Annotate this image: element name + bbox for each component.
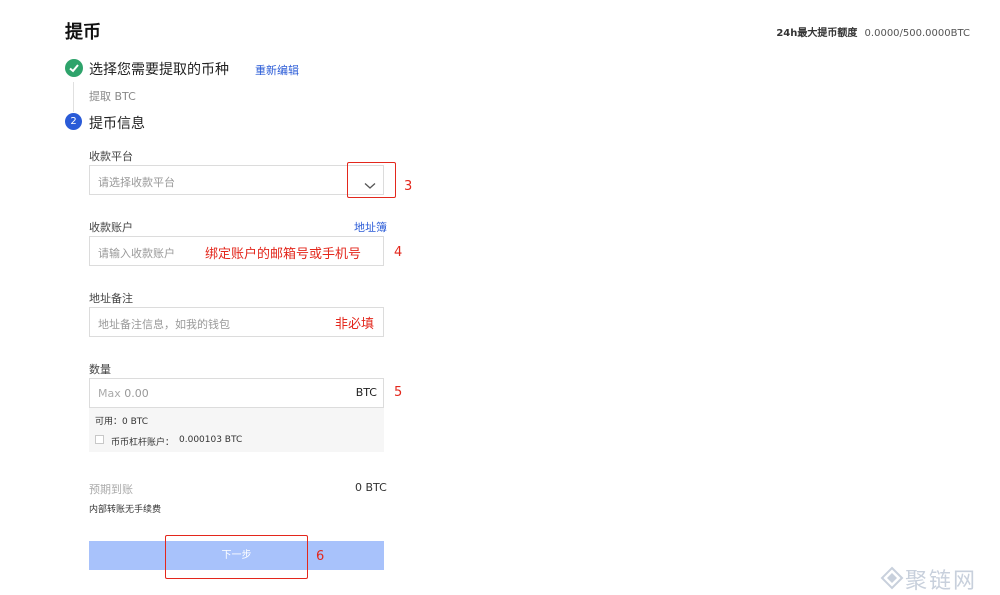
- account-note: 绑定账户的邮箱号或手机号: [205, 247, 362, 262]
- watermark-logo-icon: [880, 566, 904, 594]
- leverage-value: 0.000103 BTC: [179, 435, 243, 445]
- account-placeholder: 请输入收款账户: [98, 247, 175, 260]
- annotation-box-3: [347, 162, 396, 198]
- amount-input[interactable]: Max 0.00 BTC: [89, 378, 384, 408]
- fee-note: 内部转账无手续费: [89, 505, 162, 515]
- withdraw-limit: 24h最大提币额度 0.0000/500.0000BTC: [776, 24, 970, 39]
- expected-value: 0 BTC: [355, 481, 387, 494]
- annotation-number-3: 3: [404, 179, 413, 194]
- selected-coin: 提取 BTC: [89, 90, 136, 103]
- amount-value: 0.00: [124, 387, 149, 400]
- amount-placeholder: Max 0.00: [98, 387, 149, 400]
- check-icon: [65, 59, 83, 77]
- remark-note: 非必填: [335, 317, 375, 332]
- reedit-link[interactable]: 重新编辑: [255, 62, 299, 78]
- platform-label: 收款平台: [89, 150, 133, 163]
- annotation-number-6: 6: [316, 549, 325, 564]
- remark-label: 地址备注: [89, 292, 133, 305]
- annotation-number-4: 4: [394, 245, 403, 260]
- annotation-number-5: 5: [394, 385, 403, 400]
- remark-placeholder: 地址备注信息，如我的钱包: [98, 318, 230, 331]
- watermark-text: 聚链网: [905, 569, 978, 594]
- step2-badge: 2: [65, 113, 82, 130]
- account-label: 收款账户: [89, 221, 133, 234]
- expected-label: 预期到账: [89, 483, 133, 496]
- withdraw-limit-value: 0.0000/500.0000BTC: [864, 28, 970, 39]
- address-book-link[interactable]: 地址簿: [354, 219, 387, 235]
- page-title: 提币: [65, 22, 101, 43]
- available-balance: 可用：0 BTC: [95, 417, 149, 427]
- annotation-box-6: [165, 535, 308, 579]
- amount-label: 数量: [89, 363, 111, 376]
- amount-unit: BTC: [355, 386, 377, 399]
- amount-max: Max: [98, 387, 121, 400]
- step-connector: [73, 82, 74, 112]
- step2-label: 提币信息: [89, 116, 145, 132]
- withdraw-limit-label: 24h最大提币额度: [776, 28, 858, 39]
- step1-label: 选择您需要提取的币种: [89, 62, 229, 78]
- platform-select[interactable]: 请选择收款平台: [89, 165, 384, 195]
- leverage-label: 币币杠杆账户：: [111, 438, 175, 448]
- platform-placeholder: 请选择收款平台: [98, 176, 175, 189]
- leverage-checkbox[interactable]: [95, 435, 104, 444]
